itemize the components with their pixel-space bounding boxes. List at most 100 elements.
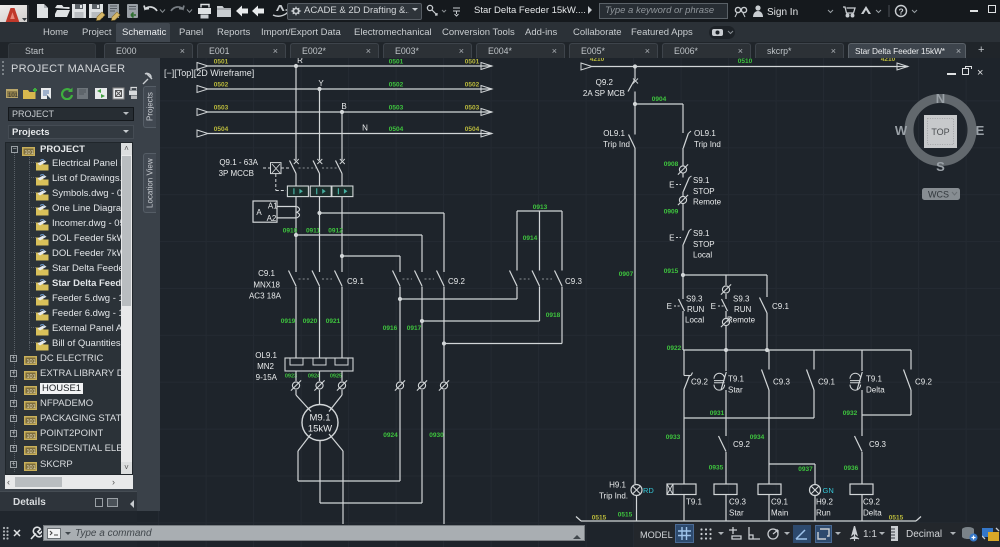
svg-text:0504: 0504 [389, 126, 404, 133]
svg-text:C9.1: C9.1 [772, 302, 789, 311]
svg-text:C9.2: C9.2 [448, 277, 465, 286]
svg-text:0909: 0909 [664, 209, 679, 216]
svg-text:RD: RD [643, 486, 654, 495]
svg-text:H9.2: H9.2 [816, 498, 833, 507]
svg-text:E: E [667, 302, 672, 311]
svg-text:0932: 0932 [843, 410, 858, 417]
svg-text:101: 101 [27, 434, 36, 440]
svg-text:T9.1: T9.1 [686, 498, 703, 507]
svg-text:Trip Ind.: Trip Ind. [599, 492, 628, 501]
svg-text:0916: 0916 [383, 325, 398, 332]
svg-text:S: S [936, 159, 945, 174]
svg-text:0913: 0913 [533, 204, 548, 211]
svg-text:C9.1: C9.1 [347, 277, 364, 286]
svg-text:Delta: Delta [863, 509, 882, 518]
svg-text:S9.3: S9.3 [686, 295, 703, 304]
svg-text:0934: 0934 [750, 434, 765, 441]
svg-text:9-15A: 9-15A [256, 373, 278, 382]
svg-text:C9.2: C9.2 [863, 498, 880, 507]
svg-text:0910: 0910 [283, 228, 298, 235]
svg-text:Local: Local [693, 251, 712, 260]
svg-text:0919: 0919 [281, 318, 296, 325]
svg-text:0504: 0504 [465, 126, 480, 133]
svg-text:0501: 0501 [465, 59, 480, 66]
svg-text:0907: 0907 [619, 271, 634, 278]
svg-text:0904: 0904 [652, 96, 667, 103]
svg-text:S9.1: S9.1 [693, 229, 710, 238]
svg-text:0936: 0936 [844, 465, 859, 472]
svg-text:0503: 0503 [214, 105, 229, 112]
svg-text:0501: 0501 [214, 59, 229, 66]
svg-text:0935: 0935 [709, 465, 724, 472]
svg-text:0912: 0912 [328, 228, 343, 235]
svg-text:Delta: Delta [866, 386, 885, 395]
svg-text:101: 101 [27, 389, 36, 395]
svg-text:0922: 0922 [667, 345, 682, 352]
svg-text:0503: 0503 [465, 105, 480, 112]
svg-text:GN: GN [823, 486, 834, 495]
svg-text:0510: 0510 [738, 58, 753, 65]
svg-text:C9.1: C9.1 [258, 269, 275, 278]
svg-text:Remote: Remote [693, 198, 722, 207]
svg-text:W: W [895, 123, 908, 138]
svg-text:0917: 0917 [407, 325, 422, 332]
svg-text:S9.1: S9.1 [693, 176, 710, 185]
svg-text:C9.1: C9.1 [818, 378, 835, 387]
svg-text:0930: 0930 [429, 432, 444, 439]
svg-text:0502: 0502 [214, 82, 229, 89]
svg-text:MNX18: MNX18 [253, 281, 280, 290]
svg-text:Local: Local [685, 316, 704, 325]
svg-text:0937: 0937 [798, 466, 813, 473]
svg-text:OL9.1: OL9.1 [694, 129, 716, 138]
svg-text:101: 101 [27, 419, 36, 425]
svg-text:STOP: STOP [693, 240, 715, 249]
svg-text:TOP: TOP [931, 127, 949, 137]
svg-text:0501: 0501 [389, 59, 404, 66]
svg-text:E: E [669, 234, 674, 243]
svg-text:101: 101 [8, 93, 19, 99]
svg-text:0503: 0503 [389, 105, 404, 112]
svg-text:0914: 0914 [523, 235, 538, 242]
svg-text:3P MCCB: 3P MCCB [219, 169, 254, 178]
svg-text:2A SP MCB: 2A SP MCB [583, 89, 625, 98]
svg-text:Trip Ind: Trip Ind [603, 140, 630, 149]
svg-text:101: 101 [27, 465, 36, 471]
svg-text:H9.1: H9.1 [609, 481, 626, 490]
svg-text:E: E [669, 181, 674, 190]
svg-text:Q9.2: Q9.2 [596, 78, 614, 87]
svg-text:0931: 0931 [710, 410, 725, 417]
svg-text:T9.1: T9.1 [728, 375, 745, 384]
svg-text:A: A [256, 208, 262, 217]
svg-text:Y: Y [318, 79, 324, 88]
svg-text:Main: Main [771, 509, 788, 518]
svg-text:0908: 0908 [664, 161, 679, 168]
svg-text:0515: 0515 [889, 515, 904, 522]
svg-text:E: E [976, 123, 985, 138]
svg-text:0923: 0923 [285, 374, 297, 380]
svg-text:T9.1: T9.1 [866, 375, 883, 384]
svg-text:A1: A1 [268, 202, 278, 211]
svg-text:C9.3: C9.3 [565, 277, 582, 286]
svg-text:0925: 0925 [330, 374, 342, 380]
svg-text:0933: 0933 [666, 434, 681, 441]
svg-text:RUN: RUN [687, 305, 705, 314]
svg-text:0918: 0918 [546, 312, 561, 319]
svg-text:C9.2: C9.2 [915, 378, 932, 387]
svg-text:OL9.1: OL9.1 [255, 351, 277, 360]
svg-text:A2: A2 [267, 214, 277, 223]
svg-text:15kW: 15kW [308, 424, 332, 435]
svg-text:Star: Star [729, 509, 744, 518]
svg-text:0502: 0502 [389, 82, 404, 89]
svg-text:AC3 18A: AC3 18A [249, 292, 282, 301]
svg-text:0920: 0920 [303, 318, 318, 325]
svg-text:S9.3: S9.3 [733, 295, 750, 304]
svg-text:N: N [936, 91, 945, 106]
svg-text:C9.2: C9.2 [691, 378, 708, 387]
svg-text:0515: 0515 [618, 512, 633, 519]
svg-text:0504: 0504 [214, 126, 229, 133]
svg-text:C9.3: C9.3 [869, 440, 886, 449]
svg-text:Run: Run [816, 509, 831, 518]
svg-text:Trip Ind: Trip Ind [694, 140, 721, 149]
svg-text:101: 101 [27, 449, 36, 455]
svg-text:MN2: MN2 [257, 362, 274, 371]
